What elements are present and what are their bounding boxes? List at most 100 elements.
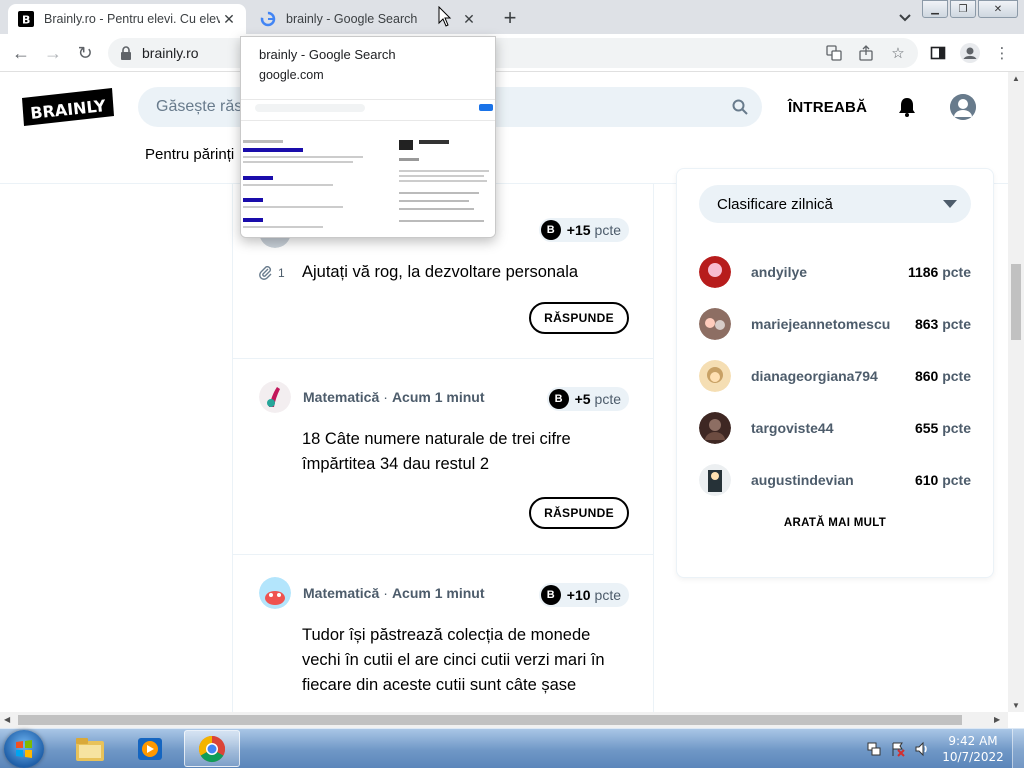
url-text: brainly.ro bbox=[142, 45, 199, 61]
scrollbar-thumb[interactable] bbox=[18, 715, 962, 725]
ranking-username[interactable]: targoviste44 bbox=[751, 420, 915, 436]
taskbar-media-player[interactable] bbox=[122, 730, 178, 767]
author-avatar[interactable] bbox=[259, 577, 291, 609]
dropdown-caret-icon bbox=[943, 200, 957, 208]
maximize-button[interactable]: ❐ bbox=[950, 0, 976, 18]
ranking-row[interactable]: dianageorgiana794 860 pcte bbox=[699, 359, 971, 393]
ranking-row[interactable]: mariejeannetomescu 863 pcte bbox=[699, 307, 971, 341]
question-text[interactable]: Tudor își păstrează colecția de monede v… bbox=[302, 623, 632, 698]
tab-label: Brainly.ro - Pentru elevi. Cu elevi. bbox=[44, 12, 220, 26]
ranking-row[interactable]: andyilye 1186 pcte bbox=[699, 255, 971, 289]
clock-time: 9:42 AM bbox=[948, 734, 998, 748]
menu-kebab-icon[interactable]: ⋮ bbox=[992, 43, 1012, 63]
forward-arrow-icon[interactable]: → bbox=[42, 42, 64, 64]
ranking-period-select[interactable]: Clasificare zilnică bbox=[699, 185, 971, 223]
google-favicon-icon bbox=[260, 11, 276, 27]
system-clock[interactable]: 9:42 AM 10/7/2022 bbox=[938, 733, 1008, 765]
tab-search-chevron-icon[interactable] bbox=[896, 8, 914, 26]
search-icon[interactable] bbox=[732, 99, 748, 115]
show-desktop-button[interactable] bbox=[1012, 729, 1024, 768]
scroll-up-arrow-icon[interactable]: ▲ bbox=[1012, 74, 1020, 83]
points-value: +5 bbox=[574, 391, 591, 407]
questions-feed: B +15 pcte 1 Ajutați vă rog, la dezvolta… bbox=[232, 184, 654, 712]
points-badge: B +10 pcte bbox=[538, 583, 629, 607]
scroll-down-arrow-icon[interactable]: ▼ bbox=[1012, 701, 1020, 710]
taskbar-chrome[interactable] bbox=[184, 730, 240, 767]
paperclip-icon bbox=[259, 266, 272, 280]
question-text[interactable]: Ajutați vă rog, la dezvoltare personala bbox=[302, 260, 632, 285]
vertical-scrollbar[interactable]: ▲ ▼ bbox=[1008, 72, 1024, 712]
tab-hover-preview: brainly - Google Search google.com bbox=[240, 36, 496, 238]
taskbar-explorer[interactable] bbox=[62, 730, 118, 767]
ranking-row[interactable]: augustindevian 610 pcte bbox=[699, 463, 971, 497]
ranking-avatar[interactable] bbox=[699, 256, 731, 288]
answer-button[interactable]: RĂSPUNDE bbox=[529, 497, 629, 529]
browser-toolbar: ← → ↻ brainly.ro ☆ ⋮ bbox=[0, 34, 1024, 72]
close-window-button[interactable]: ✕ bbox=[978, 0, 1018, 18]
show-more-button[interactable]: ARATĂ MAI MULT bbox=[677, 517, 993, 529]
author-avatar[interactable] bbox=[259, 381, 291, 413]
brainly-logo[interactable]: BRAINLY bbox=[22, 88, 114, 126]
lock-icon bbox=[121, 46, 131, 60]
back-arrow-icon[interactable]: ← bbox=[10, 42, 32, 64]
brainly-favicon-icon: B bbox=[18, 11, 34, 27]
tab-brainly[interactable]: B Brainly.ro - Pentru elevi. Cu elevi. ✕ bbox=[8, 4, 246, 34]
close-tab-icon[interactable]: ✕ bbox=[460, 10, 478, 28]
close-tab-icon[interactable]: ✕ bbox=[220, 10, 238, 28]
bookmark-star-icon[interactable]: ☆ bbox=[888, 43, 908, 63]
scrollbar-thumb[interactable] bbox=[1011, 264, 1021, 340]
question-header: Matematică · Acum 1 minut bbox=[259, 381, 485, 413]
side-panel-icon[interactable] bbox=[928, 43, 948, 63]
profile-icon[interactable] bbox=[960, 43, 980, 63]
action-center-flag-icon[interactable] bbox=[890, 741, 906, 757]
chrome-icon bbox=[198, 735, 226, 762]
attachments-number: 1 bbox=[278, 266, 285, 280]
ranking-avatar[interactable] bbox=[699, 464, 731, 496]
question-card[interactable]: Matematică · Acum 1 minut B +10 pcte Tud… bbox=[233, 555, 653, 712]
volume-icon[interactable] bbox=[914, 741, 930, 757]
reload-icon[interactable]: ↻ bbox=[74, 42, 96, 64]
points-badge: B +15 pcte bbox=[538, 218, 629, 242]
preview-domain: google.com bbox=[259, 68, 324, 82]
scroll-right-arrow-icon[interactable]: ▶ bbox=[994, 715, 1000, 724]
preview-thumbnail bbox=[241, 99, 495, 237]
ask-question-button[interactable]: ÎNTREABĂ bbox=[788, 99, 867, 116]
translate-icon[interactable] bbox=[824, 43, 844, 63]
start-button[interactable] bbox=[4, 730, 44, 768]
network-icon[interactable] bbox=[866, 741, 882, 757]
question-time: Acum 1 minut bbox=[391, 389, 485, 405]
ranking-points: 1186 pcte bbox=[907, 264, 971, 280]
scroll-left-arrow-icon[interactable]: ◀ bbox=[4, 715, 10, 724]
ranking-points: 860 pcte bbox=[914, 368, 971, 384]
minimize-button[interactable]: ▁ bbox=[922, 0, 948, 18]
share-icon[interactable] bbox=[856, 43, 876, 63]
question-time: Acum 1 minut bbox=[391, 585, 485, 601]
address-bar[interactable]: brainly.ro bbox=[108, 38, 918, 68]
ranking-username[interactable]: augustindevian bbox=[751, 472, 915, 488]
ranking-avatar[interactable] bbox=[699, 360, 731, 392]
web-page: BRAINLY Găsește răs ÎNTREABĂ Pentru pări… bbox=[0, 72, 1008, 712]
subnav-parents-link[interactable]: Pentru părinți bbox=[145, 146, 234, 163]
ranking-username[interactable]: dianageorgiana794 bbox=[751, 368, 915, 384]
brainly-points-icon: B bbox=[540, 220, 561, 240]
ranking-username[interactable]: andyilye bbox=[751, 264, 908, 280]
new-tab-button[interactable]: + bbox=[498, 7, 522, 31]
search-placeholder: Găsește răs bbox=[156, 98, 243, 115]
points-unit: pcte bbox=[594, 222, 621, 238]
svg-text:B: B bbox=[22, 14, 30, 27]
question-card[interactable]: Matematică · Acum 1 minut B +5 pcte 18 C… bbox=[233, 359, 653, 555]
answer-button[interactable]: RĂSPUNDE bbox=[529, 302, 629, 334]
user-avatar[interactable] bbox=[950, 94, 976, 120]
question-subject[interactable]: Matematică bbox=[303, 585, 379, 601]
points-unit: pcte bbox=[594, 391, 621, 407]
horizontal-scrollbar[interactable]: ◀ ▶ bbox=[0, 712, 1008, 728]
ranking-row[interactable]: targoviste44 655 pcte bbox=[699, 411, 971, 445]
attachments-count: 1 bbox=[259, 266, 285, 280]
question-subject[interactable]: Matematică bbox=[303, 389, 379, 405]
ranking-avatar[interactable] bbox=[699, 412, 731, 444]
ranking-avatar[interactable] bbox=[699, 308, 731, 340]
ranking-select-label: Clasificare zilnică bbox=[717, 195, 833, 213]
question-text[interactable]: 18 Câte numere naturale de trei cifre îm… bbox=[302, 427, 632, 477]
notifications-bell-icon[interactable] bbox=[896, 96, 918, 118]
ranking-username[interactable]: mariejeannetomescu bbox=[751, 316, 915, 332]
